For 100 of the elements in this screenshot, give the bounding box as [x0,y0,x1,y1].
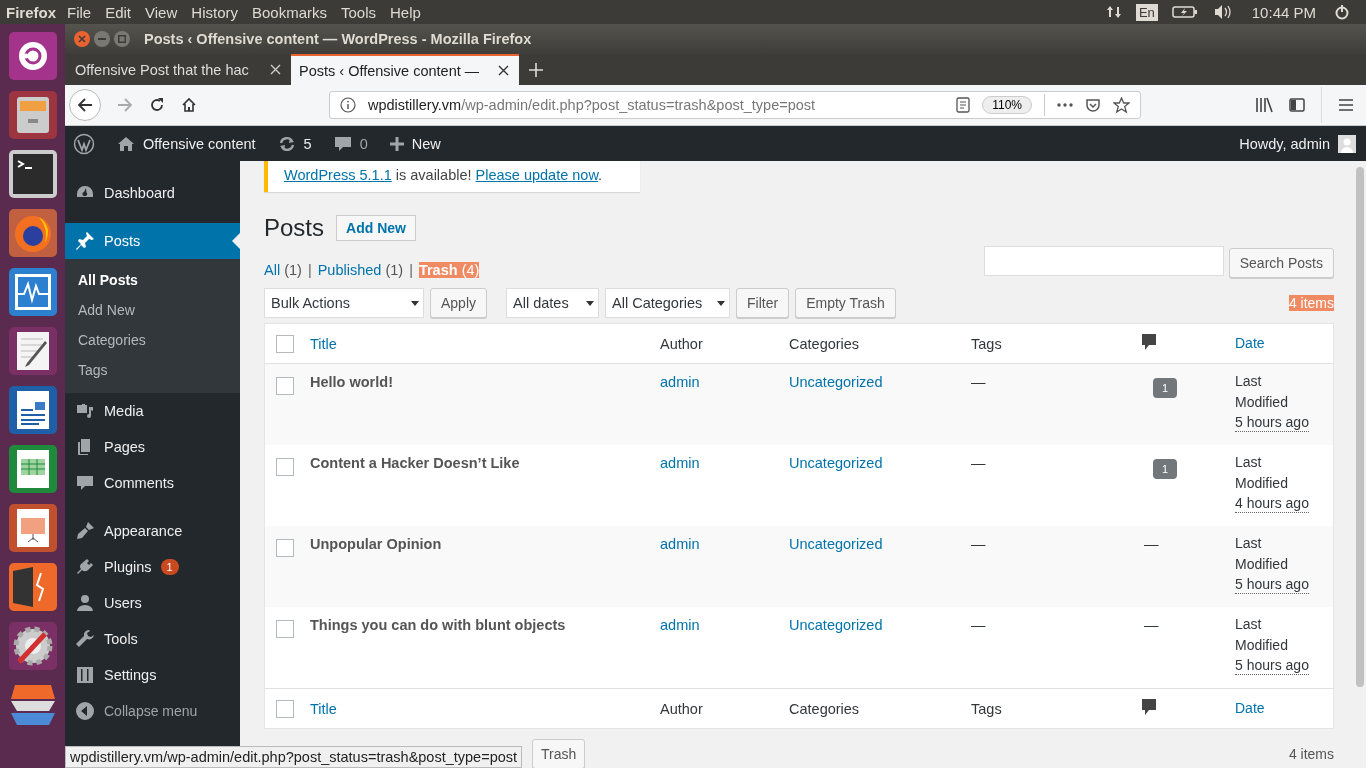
category-link[interactable]: Uncategorized [789,374,883,390]
menu-item[interactable]: Appearance [65,501,240,549]
browser-tab[interactable]: Offensive Post that the hac [67,54,291,85]
comment-count-bubble[interactable]: 1 [1153,459,1178,479]
row-checkbox[interactable] [276,458,294,476]
file-cabinet-icon[interactable] [8,91,57,139]
select-all-checkbox[interactable] [276,334,294,353]
row-checkbox[interactable] [276,620,294,638]
menu-item[interactable]: Posts [65,223,240,259]
menu-item[interactable]: View [138,3,185,21]
submenu-item[interactable]: Categories [65,325,240,355]
author-link[interactable]: admin [660,536,700,552]
reload-icon[interactable] [149,97,165,113]
presentation-icon[interactable] [8,504,57,552]
menu-item[interactable]: Help [383,3,428,21]
new-tab-icon[interactable] [529,62,543,77]
row-checkbox[interactable] [276,377,294,395]
address-bar[interactable]: wpdistillery.vm/wp-admin/edit.php?post_status=trash&post_type=post 110% [329,91,1141,119]
search-button[interactable]: Search Posts [1228,248,1334,278]
maximize-button[interactable] [114,31,130,47]
spreadsheet-icon[interactable] [8,445,57,493]
status-filter-link[interactable]: All (1) [264,262,302,278]
home-icon[interactable] [181,97,197,113]
submenu-item[interactable]: All Posts [65,265,240,295]
menu-item[interactable]: History [184,3,245,21]
library-icon[interactable] [1255,97,1273,113]
zoom-level-button[interactable]: 110% [982,96,1032,114]
pocket-icon[interactable] [1085,97,1101,113]
menu-item[interactable]: Media [65,393,240,429]
author-link[interactable]: admin [660,617,700,633]
site-name-link[interactable]: Offensive content [117,135,256,152]
submenu-item[interactable]: Add New [65,295,240,325]
text-editor-icon[interactable] [8,327,57,375]
column-sort-link[interactable]: Date [1235,698,1333,719]
comment-bubble-icon[interactable] [1141,333,1157,351]
reader-view-icon[interactable] [956,97,971,113]
firefox-icon[interactable] [8,209,57,257]
sidebar-icon[interactable] [1289,98,1305,112]
column-sort-link[interactable]: Title [310,335,337,352]
menu-item[interactable]: Pages [65,429,240,465]
category-link[interactable]: Uncategorized [789,536,883,552]
search-field[interactable] [983,246,1224,276]
close-icon[interactable] [498,65,509,76]
menu-item[interactable]: Bookmarks [244,3,334,21]
menu-item[interactable]: Dashboard [65,175,240,211]
menu-item[interactable]: File [60,3,99,21]
back-button[interactable] [69,89,101,121]
menu-item[interactable]: Plugins 1 [65,549,240,585]
select-all-checkbox[interactable] [276,699,294,718]
clock[interactable]: 10:44 PM [1251,3,1316,21]
status-filter-link[interactable]: Published (1) [317,262,404,278]
ubuntu-logo-icon[interactable] [8,32,57,80]
system-monitor-icon[interactable] [8,268,57,316]
volume-icon[interactable] [1213,4,1234,20]
new-content-link[interactable]: New [389,135,441,152]
document-icon[interactable] [8,386,57,434]
gear-wrench-icon[interactable] [8,622,57,670]
menu-item[interactable]: Tools [334,3,384,21]
comment-bubble-icon[interactable] [1141,698,1157,716]
column-sort-link[interactable]: Date [1235,333,1333,354]
browser-tab[interactable]: Posts ‹ Offensive content — [291,54,519,85]
minimize-button[interactable] [94,31,110,47]
empty-trash-button[interactable]: Empty Trash [795,288,896,318]
column-sort-link[interactable]: Title [310,700,337,717]
add-new-button[interactable]: Add New [336,215,416,241]
category-link[interactable]: Uncategorized [789,617,883,633]
scrollbar-thumb[interactable] [1356,167,1364,687]
apply-button[interactable]: Apply [430,288,488,318]
wordpress-logo-icon[interactable] [73,132,95,155]
comment-count-bubble[interactable]: 1 [1153,378,1178,398]
keyboard-indicator[interactable]: En [1135,3,1158,21]
menu-item[interactable]: Settings [65,657,240,693]
row-checkbox[interactable] [276,539,294,557]
updates-link[interactable]: 5 [277,135,312,152]
category-link[interactable]: Uncategorized [789,455,883,471]
comments-link[interactable]: 0 [333,135,368,152]
menu-item[interactable]: Edit [98,3,139,21]
star-icon[interactable] [1113,96,1130,114]
menu-icon[interactable] [1338,98,1354,112]
power-icon[interactable] [1334,4,1350,20]
categories-dropdown[interactable]: All Categories [605,288,731,318]
author-link[interactable]: admin [660,374,700,390]
menu-item[interactable]: Tools [65,621,240,657]
terminal-icon[interactable] [8,150,57,198]
empty-trash-button[interactable]: Trash [532,739,586,768]
menu-item[interactable]: Users [65,585,240,621]
info-icon[interactable] [340,97,356,113]
menu-item[interactable]: Comments [65,465,240,501]
more-icon[interactable] [1057,103,1073,107]
menu-item[interactable]: Collapse menu [65,693,240,729]
author-link[interactable]: admin [660,455,700,471]
submenu-item[interactable]: Tags [65,355,240,385]
close-button[interactable] [74,31,90,47]
account-link[interactable]: Howdy, admin [1239,134,1356,153]
bulk-actions-dropdown[interactable]: Bulk Actions [264,288,424,318]
dates-dropdown[interactable]: All dates [506,288,600,318]
version-link[interactable]: WordPress 5.1.1 [284,167,392,183]
network-icon[interactable] [1105,4,1122,20]
battery-icon[interactable] [1171,5,1198,19]
filter-button[interactable]: Filter [736,288,790,318]
